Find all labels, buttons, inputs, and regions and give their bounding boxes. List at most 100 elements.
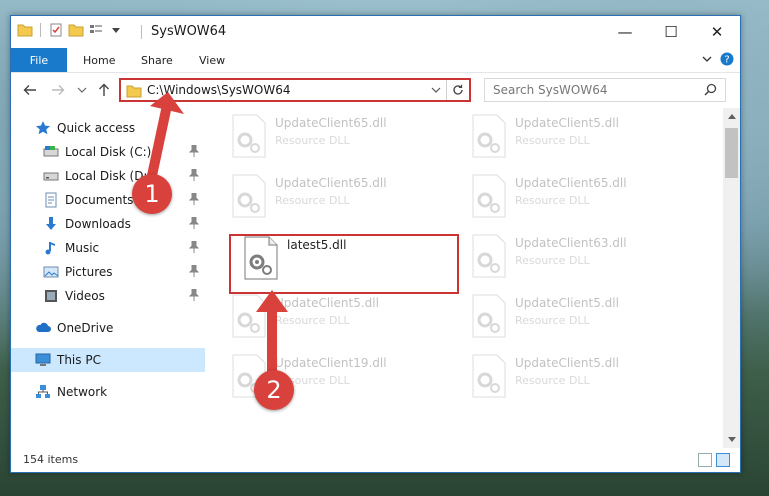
download-icon — [46, 217, 56, 230]
file-name: UpdateClient65.dll — [275, 176, 387, 190]
properties-icon[interactable] — [48, 22, 64, 38]
window-title: SysWOW64 — [151, 24, 227, 39]
sidebar-item-label: Videos — [65, 289, 105, 303]
step-1-callout: 1 — [132, 174, 172, 214]
tab-home[interactable]: Home — [83, 48, 115, 72]
chevron-down-icon[interactable] — [702, 54, 712, 64]
new-folder-icon[interactable] — [68, 22, 84, 38]
pin-icon[interactable] — [189, 193, 199, 205]
pin-icon[interactable] — [189, 289, 199, 301]
sidebar-item-downloads[interactable]: Downloads — [11, 212, 205, 236]
close-icon: ✕ — [710, 23, 724, 41]
computer-icon — [35, 353, 51, 366]
scroll-up-button[interactable] — [723, 108, 740, 125]
help-icon[interactable]: ? — [720, 52, 734, 66]
maximize-button[interactable]: ☐ — [648, 16, 694, 48]
file-item[interactable]: UpdateClient65.dll Resource DLL — [223, 172, 443, 224]
dll-file-icon — [472, 174, 506, 218]
drive-icon — [43, 172, 59, 181]
scroll-thumb[interactable] — [725, 128, 738, 178]
file-item[interactable]: UpdateClient5.dll Resource DLL — [463, 292, 683, 344]
navigation-bar: C:\Windows\SysWOW64 Search SysWOW64 — [11, 73, 740, 108]
scroll-down-button[interactable] — [723, 431, 740, 448]
sidebar-item-pictures[interactable]: Pictures — [11, 260, 205, 284]
file-name: UpdateClient5.dll — [515, 296, 619, 310]
vertical-scrollbar[interactable] — [723, 108, 740, 448]
cloud-icon — [36, 322, 51, 332]
pin-icon[interactable] — [189, 265, 199, 277]
sidebar-item-this-pc[interactable]: This PC — [11, 348, 205, 372]
search-icon[interactable] — [704, 83, 717, 96]
sidebar-item-quick-access[interactable]: Quick access — [11, 116, 205, 140]
file-item[interactable]: UpdateClient65.dll Resource DLL — [463, 172, 683, 224]
highlight-box — [229, 234, 459, 294]
sidebar-item-label: This PC — [57, 353, 101, 367]
navigation-pane: Quick access Local Disk (C:) Local Disk … — [11, 108, 205, 448]
search-input[interactable]: Search SysWOW64 — [493, 83, 607, 97]
address-bar[interactable]: C:\Windows\SysWOW64 — [119, 78, 471, 102]
sidebar-item-label: Network — [57, 385, 108, 399]
file-name: UpdateClient5.dll — [275, 296, 379, 310]
up-arrow-icon[interactable] — [97, 83, 111, 97]
scroll-up-icon — [727, 114, 736, 119]
scroll-down-icon — [727, 437, 736, 442]
refresh-button[interactable] — [446, 80, 469, 100]
file-item[interactable]: UpdateClient5.dll Resource DLL — [463, 112, 683, 164]
file-item[interactable]: UpdateClient63.dll Resource DLL — [463, 232, 683, 284]
quick-access-toolbar — [17, 22, 124, 38]
file-type: Resource DLL — [275, 314, 350, 327]
sidebar-item-videos[interactable]: Videos — [11, 284, 205, 308]
forward-arrow-icon[interactable] — [51, 83, 65, 97]
file-item[interactable]: UpdateClient65.dll Resource DLL — [223, 112, 443, 164]
file-type: Resource DLL — [515, 134, 590, 147]
sidebar-item-label: Local Disk (C:) — [65, 145, 152, 159]
file-name: UpdateClient63.dll — [515, 236, 627, 250]
dll-file-icon — [472, 294, 506, 338]
pin-icon[interactable] — [189, 241, 199, 253]
sidebar-item-label: Pictures — [65, 265, 113, 279]
file-type: Resource DLL — [515, 194, 590, 207]
pin-icon[interactable] — [189, 217, 199, 229]
drive-icon — [43, 146, 59, 157]
item-count: 154 items — [23, 453, 79, 466]
ribbon-controls: ? — [702, 52, 734, 66]
dll-file-icon — [232, 294, 266, 338]
back-arrow-icon[interactable] — [23, 83, 37, 97]
tab-view[interactable]: View — [199, 48, 225, 72]
sidebar-item-onedrive[interactable]: OneDrive — [11, 316, 205, 340]
tab-share[interactable]: Share — [141, 48, 173, 72]
address-path[interactable]: C:\Windows\SysWOW64 — [147, 83, 291, 97]
address-dropdown-icon[interactable] — [431, 86, 441, 94]
file-name: UpdateClient65.dll — [275, 116, 387, 130]
recent-locations-icon[interactable] — [77, 86, 87, 94]
sidebar-item-network[interactable]: Network — [11, 380, 205, 404]
pin-icon[interactable] — [189, 169, 199, 181]
view-options-icon[interactable] — [88, 22, 104, 38]
sidebar-item-local-disk-c[interactable]: Local Disk (C:) — [11, 140, 205, 164]
music-icon — [45, 242, 55, 255]
file-type: Resource DLL — [275, 134, 350, 147]
details-view-button[interactable] — [698, 453, 712, 467]
sidebar-item-label: Documents — [65, 193, 134, 207]
file-item[interactable]: UpdateClient5.dll Resource DLL — [463, 352, 683, 404]
close-button[interactable]: ✕ — [694, 16, 740, 48]
toolbar-divider — [40, 23, 41, 37]
pin-icon[interactable] — [189, 145, 199, 157]
videos-icon — [45, 290, 57, 302]
customize-toolbar-icon[interactable] — [108, 22, 124, 38]
dll-file-icon — [232, 114, 266, 158]
sidebar-item-documents[interactable]: Documents — [11, 188, 205, 212]
sidebar-item-local-disk-d[interactable]: Local Disk (D:) — [11, 164, 205, 188]
file-name: UpdateClient5.dll — [515, 356, 619, 370]
file-item[interactable]: UpdateClient5.dll Resource DLL — [223, 292, 443, 344]
large-icons-view-button[interactable] — [716, 453, 730, 467]
sidebar-item-music[interactable]: Music — [11, 236, 205, 260]
dll-file-icon — [472, 354, 506, 398]
minimize-button[interactable]: — — [602, 16, 648, 48]
tab-file[interactable]: File — [11, 48, 67, 72]
file-type: Resource DLL — [515, 254, 590, 267]
sidebar-item-label: Music — [65, 241, 100, 255]
search-box[interactable]: Search SysWOW64 — [484, 78, 726, 102]
documents-icon — [45, 192, 57, 208]
view-toggle — [698, 453, 730, 467]
